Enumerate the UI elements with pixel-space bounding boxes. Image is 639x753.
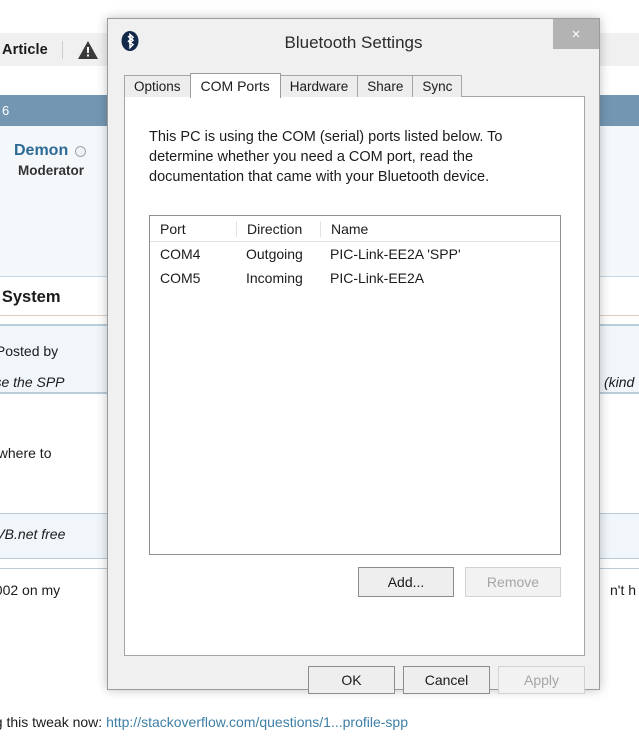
table-row[interactable]: COM5 Incoming PIC-Link-EE2A <box>150 266 560 290</box>
dialog-tabstrip[interactable]: Options COM Ports Hardware Share Sync <box>124 73 461 97</box>
com-ports-listbox[interactable]: Port Direction Name COM4 Outgoing PIC-Li… <box>149 215 561 555</box>
add-button[interactable]: Add... <box>358 567 454 597</box>
dialog-button-row: OK Cancel Apply <box>124 666 585 694</box>
cell-name: PIC-Link-EE2A <box>320 270 560 286</box>
quote-attribution: ally Posted by <box>0 343 58 359</box>
remove-button: Remove <box>465 567 561 597</box>
cancel-button[interactable]: Cancel <box>403 666 490 694</box>
cell-port: COM4 <box>150 246 236 262</box>
close-icon[interactable]: × <box>553 19 599 49</box>
tab-sync[interactable]: Sync <box>412 75 462 97</box>
cell-direction: Outgoing <box>236 246 320 262</box>
warning-triangle-icon[interactable] <box>77 40 99 60</box>
post-body-3-right: n't h <box>610 582 636 598</box>
bluetooth-settings-dialog: Bluetooth Settings × Options COM Ports H… <box>107 18 600 690</box>
table-row[interactable]: COM4 Outgoing PIC-Link-EE2A 'SPP' <box>150 242 560 266</box>
tab-com-ports[interactable]: COM Ports <box>190 73 281 98</box>
cell-name: PIC-Link-EE2A 'SPP' <box>320 246 560 262</box>
dialog-titlebar[interactable]: Bluetooth Settings × <box>108 19 599 73</box>
apply-button: Apply <box>498 666 585 694</box>
com-ports-panel: This PC is using the COM (serial) ports … <box>124 96 585 656</box>
cell-direction: Incoming <box>236 270 320 286</box>
quote-body-right: (kind <box>604 374 634 390</box>
panel-description: This PC is using the COM (serial) ports … <box>149 127 529 187</box>
footer-text: ng this tweak now: http://stackoverflow.… <box>0 714 408 730</box>
topbar-article-label[interactable]: Article <box>0 42 48 58</box>
post-author-role: Moderator <box>18 163 84 178</box>
column-header-name[interactable]: Name <box>320 221 560 237</box>
post-body-1: ow/where to <box>0 445 51 461</box>
quote-body: u use the SPP <box>0 374 65 390</box>
topbar-divider <box>62 41 63 59</box>
post-author-name[interactable]: Demon <box>14 142 68 160</box>
dialog-title: Bluetooth Settings <box>108 33 599 53</box>
tab-hardware[interactable]: Hardware <box>280 75 359 97</box>
post-body-2: er VB.net free <box>0 526 65 542</box>
ok-button[interactable]: OK <box>308 666 395 694</box>
tab-options[interactable]: Options <box>124 75 191 97</box>
column-header-port[interactable]: Port <box>150 221 236 237</box>
offline-circle-icon <box>75 146 86 157</box>
cell-port: COM5 <box>150 270 236 286</box>
footer-link[interactable]: http://stackoverflow.com/questions/1...p… <box>106 714 408 730</box>
column-header-direction[interactable]: Direction <box>236 221 320 237</box>
thread-title-text: ntory System <box>0 288 61 307</box>
table-header-row: Port Direction Name <box>150 216 560 242</box>
post-author[interactable]: Demon <box>14 142 86 160</box>
post-body-3: 2002 on my <box>0 582 60 598</box>
listbox-button-row: Add... Remove <box>149 567 561 597</box>
tab-share[interactable]: Share <box>357 75 413 97</box>
footer-text-label: ng this tweak now: <box>0 714 106 730</box>
thread-header-number: 6 <box>0 103 9 118</box>
